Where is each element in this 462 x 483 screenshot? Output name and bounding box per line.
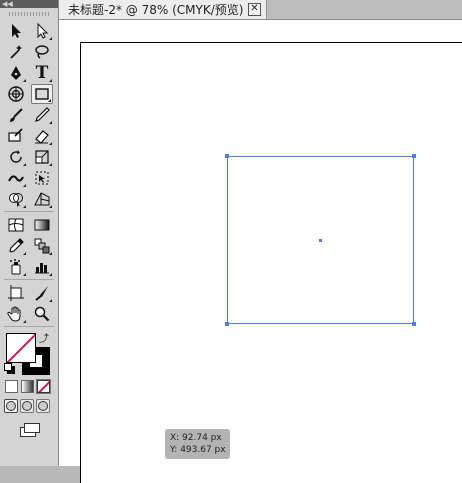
type-t-icon: T (35, 62, 49, 83)
gradient-icon (34, 219, 50, 230)
direct-selection-tool[interactable] (31, 21, 53, 41)
panel-grip[interactable] (0, 8, 58, 20)
color-mode-row (0, 375, 58, 397)
paintbrush-tool[interactable] (5, 105, 27, 125)
color-mode-button[interactable] (5, 379, 18, 393)
anchor-top-right[interactable] (412, 154, 416, 158)
pen-tool[interactable] (5, 63, 27, 83)
document-tab[interactable]: 未标题-2* @ 78% (CMYK/预览) ✕ (59, 0, 267, 19)
center-point (319, 239, 322, 242)
mesh-tool[interactable] (5, 215, 27, 235)
zoom-tool[interactable] (31, 304, 53, 324)
cursor-coordinates-tooltip: X: 92.74 px Y: 493.67 px (165, 429, 230, 459)
anchor-bottom-right[interactable] (412, 322, 416, 326)
draw-behind-button[interactable] (20, 399, 34, 413)
scale-tool[interactable] (31, 147, 53, 167)
hand-tool[interactable] (5, 304, 27, 324)
rectangle-tool[interactable] (31, 83, 53, 104)
column-graph-tool[interactable] (31, 257, 53, 277)
y-coordinate: Y: 493.67 px (170, 445, 226, 455)
polar-grid-icon (8, 85, 24, 102)
blend-tool[interactable] (31, 236, 53, 256)
artboard-tool[interactable] (5, 283, 27, 303)
magnifier-icon (34, 306, 50, 321)
gradient-tool[interactable] (31, 215, 53, 235)
draw-inside-button[interactable] (36, 399, 50, 413)
anchor-bottom-left[interactable] (225, 322, 229, 326)
fill-swatch-none[interactable] (6, 333, 36, 363)
selection-tool[interactable] (5, 21, 27, 41)
tools-panel: ◀◀ T ⤴ (0, 0, 59, 466)
magic-wand-icon (10, 44, 22, 59)
gradient-mode-button[interactable] (21, 379, 34, 393)
x-coordinate: X: 92.74 px (170, 433, 222, 443)
paintbrush-icon (10, 107, 23, 122)
document-tab-bar: 未标题-2* @ 78% (CMYK/预览) ✕ (59, 0, 462, 20)
none-mode-button[interactable] (37, 379, 50, 393)
collapse-panel-icon[interactable]: ◀◀ (2, 0, 13, 8)
artboard[interactable] (80, 42, 462, 483)
free-transform-icon (35, 171, 49, 184)
magic-wand-tool[interactable] (5, 42, 27, 62)
perspective-grid-tool[interactable] (31, 189, 53, 209)
draw-normal-button[interactable] (4, 399, 18, 413)
selection-arrow-icon (12, 23, 21, 38)
slice-tool[interactable] (31, 283, 53, 303)
default-fill-stroke-icon[interactable] (4, 363, 15, 374)
selected-rectangle[interactable] (225, 154, 416, 326)
fill-stroke-controls: ⤴ (0, 329, 58, 375)
type-tool[interactable]: T (31, 63, 53, 83)
screen-mode-icon[interactable] (18, 421, 40, 437)
artboard-icon (8, 284, 24, 301)
anchor-top-left[interactable] (225, 154, 229, 158)
pencil-tool[interactable] (31, 105, 53, 125)
document-tab-title: 未标题-2* @ 78% (CMYK/预览) (68, 3, 244, 17)
swap-fill-stroke-icon[interactable]: ⤴ (39, 330, 49, 345)
eyedropper-tool[interactable] (5, 236, 27, 256)
symbol-sprayer-tool[interactable] (5, 257, 27, 277)
lasso-icon (35, 44, 49, 59)
canvas-pasteboard[interactable] (59, 20, 462, 483)
lasso-tool[interactable] (31, 42, 53, 62)
mesh-icon (8, 218, 24, 231)
free-transform-tool[interactable] (31, 168, 53, 188)
blob-brush-icon (8, 127, 23, 142)
eraser-tool[interactable] (31, 126, 53, 146)
blob-brush-tool[interactable] (5, 126, 27, 146)
rotate-tool[interactable] (5, 147, 27, 167)
drawing-mode-row (0, 397, 58, 415)
width-tool[interactable] (5, 168, 27, 188)
panel-header: ◀◀ (0, 0, 58, 8)
line-segment-tool[interactable] (5, 84, 27, 104)
shape-builder-tool[interactable] (5, 189, 27, 209)
close-tab-icon[interactable]: ✕ (248, 3, 261, 16)
